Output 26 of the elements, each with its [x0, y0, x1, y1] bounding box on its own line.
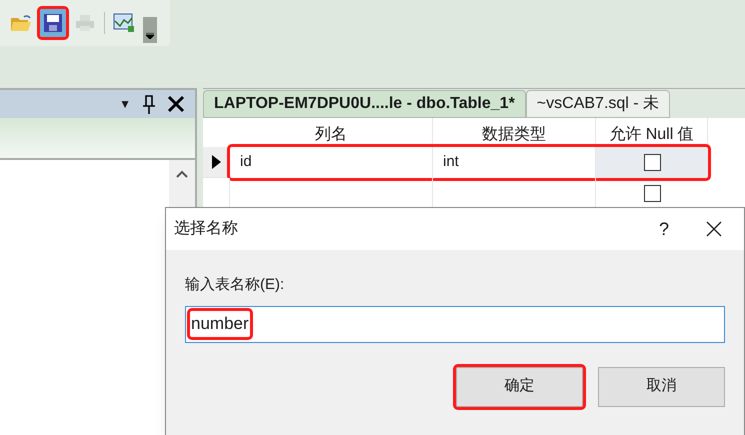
- dialog-button[interactable]: 取消: [598, 366, 725, 406]
- folder-icon: [10, 14, 32, 32]
- table-cell: id: [230, 147, 433, 178]
- table-row[interactable]: id int: [230, 147, 708, 178]
- caret-icon: [146, 33, 154, 39]
- pin-icon[interactable]: [143, 94, 155, 114]
- help-button[interactable]: ?: [644, 216, 684, 242]
- field-label: 输入表名称(E):: [185, 275, 286, 295]
- toolbar-button[interactable]: [40, 9, 66, 37]
- overflow-button[interactable]: [143, 17, 157, 43]
- dialog-title: 选择名称: [174, 218, 239, 239]
- document-tab[interactable]: ~vsCAB7.sql - 未: [526, 90, 670, 118]
- field-value: number: [190, 311, 250, 337]
- chart-icon: [113, 13, 135, 33]
- column-header: 数据类型: [433, 118, 596, 147]
- table-name-field[interactable]: number: [185, 306, 725, 342]
- close-icon[interactable]: [167, 95, 185, 113]
- dropdown-glyph[interactable]: ▼: [119, 95, 131, 113]
- checkbox[interactable]: [644, 185, 660, 202]
- current-row-icon: [212, 155, 220, 169]
- printer-icon: [75, 14, 95, 32]
- close-icon[interactable]: [706, 221, 722, 237]
- chevron-up-icon: [176, 170, 188, 178]
- column-header: 列名: [230, 118, 433, 147]
- document-tab[interactable]: LAPTOP-EM7DPU0U....le - dbo.Table_1*: [203, 90, 526, 118]
- checkbox[interactable]: [644, 154, 660, 171]
